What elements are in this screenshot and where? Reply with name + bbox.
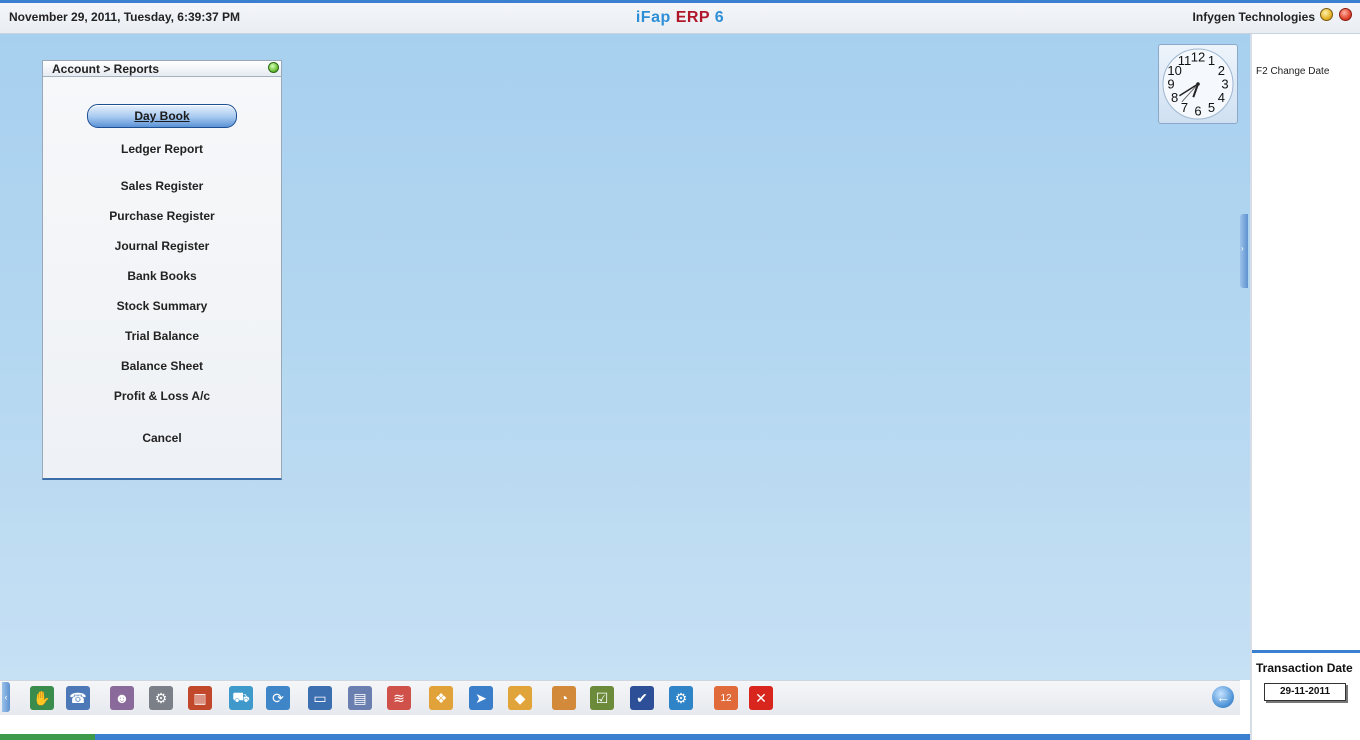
clock-numeral: 8 [1171,90,1178,105]
hand-money-icon[interactable]: ✋ [30,686,54,710]
panel-expand-handle[interactable]: › [1240,214,1248,288]
back-arrow-button[interactable]: ← [1212,686,1234,708]
clock-numeral: 9 [1167,77,1174,92]
chevron-left-icon[interactable]: ‹ [2,682,10,712]
status-strip-segment [0,734,95,740]
checklist-icon[interactable]: ☑ [590,686,614,710]
app-title: iFap ERP 6 [0,9,1360,27]
save-icon[interactable]: ✔ [630,686,654,710]
app-title-version: 6 [714,9,725,26]
clock-numeral: 12 [1191,50,1205,65]
cancel-button[interactable]: Cancel [43,431,281,445]
user-phone-icon[interactable]: ☎ [66,686,90,710]
menu-item-bank-books[interactable]: Bank Books [43,269,281,283]
reports-dialog: Account > Reports Day Book Ledger Report… [42,60,282,480]
change-date-shortcut[interactable]: F2 Change Date [1256,66,1329,77]
top-bar: November 29, 2011, Tuesday, 6:39:37 PM i… [0,0,1360,34]
tree-icon[interactable]: ❖ [429,686,453,710]
arrow-icon[interactable]: ➤ [469,686,493,710]
refresh-icon[interactable]: ⟳ [266,686,290,710]
menu-item-sales-register[interactable]: Sales Register [43,179,281,193]
clock-numeral: 1 [1208,53,1215,68]
gears-icon[interactable]: ⚙ [149,686,173,710]
menu-item-label: Profit & Loss A/c [113,389,211,403]
clock-numeral: 5 [1208,100,1215,115]
dialog-title: Account > Reports [52,62,160,76]
status-strip [0,734,1250,740]
menu-item-label: Cancel [142,431,182,445]
menu-item-label: Day Book [87,104,237,128]
transaction-date-field[interactable]: 29-11-2011 [1264,683,1346,701]
clock-numeral: 7 [1181,100,1188,115]
close-icon[interactable]: ✕ [749,686,773,710]
clock-face-icon: 1234567891011 12 [1162,48,1234,120]
status-dot-icon [268,62,279,73]
menu-item-label: Ledger Report [120,142,203,156]
window-icon[interactable]: ▭ [308,686,332,710]
menu-item-trial-balance[interactable]: Trial Balance [43,329,281,343]
menu-item-label: Journal Register [114,239,210,253]
menu-item-label: Bank Books [127,269,197,283]
menu-item-ledger-report[interactable]: Ledger Report [43,142,281,156]
clock-numeral: 11 [1178,53,1192,68]
minimize-button[interactable] [1320,8,1333,21]
dial-icon[interactable]: ◔ [552,686,576,710]
menu-item-label: Trial Balance [124,329,200,343]
cart-icon[interactable]: ⛟ [229,686,253,710]
right-panel: F2 Change Date Transaction Date 29-11-20… [1250,34,1360,740]
box-icon[interactable]: ◆ [508,686,532,710]
menu-item-balance-sheet[interactable]: Balance Sheet [43,359,281,373]
clock-numeral: 6 [1194,104,1201,119]
calendar-icon[interactable]: 12 [714,686,738,710]
taskbar: ‹ ✋ ☎ ☻ ⚙ ▥ ⛟ ⟳ ▭ ▤ ≋ ❖ ➤ ◆ ◔ ☑ ✔ ⚙ 12 ✕ ← [0,680,1240,715]
document-icon[interactable]: ▤ [348,686,372,710]
menu-item-label: Purchase Register [109,209,215,223]
clock-numeral: 4 [1218,90,1225,105]
books-icon[interactable]: ▥ [188,686,212,710]
menu-item-stock-summary[interactable]: Stock Summary [43,299,281,313]
clock-widget: 1 2 3 4 5 6 7 8 9 10 11 12 [1158,44,1238,124]
close-window-button[interactable] [1339,8,1352,21]
app-title-erp: ERP [675,9,710,26]
transaction-date-label: Transaction Date [1256,661,1353,675]
chevron-right-icon: › [1241,244,1244,253]
settings-icon[interactable]: ⚙ [669,686,693,710]
divider [1252,650,1360,653]
menu-item-journal-register[interactable]: Journal Register [43,239,281,253]
app-title-ifap: iFap [635,9,671,26]
menu-item-day-book[interactable]: Day Book [43,104,281,128]
menu-item-label: Sales Register [120,179,204,193]
menu-item-label: Stock Summary [116,299,208,313]
menu-item-label: Balance Sheet [120,359,204,373]
menu-item-profit-loss[interactable]: Profit & Loss A/c [43,389,281,403]
people-icon[interactable]: ☻ [110,686,134,710]
menu-item-purchase-register[interactable]: Purchase Register [43,209,281,223]
company-name: Infygen Technologies [1192,10,1315,24]
tape-icon[interactable]: ≋ [387,686,411,710]
